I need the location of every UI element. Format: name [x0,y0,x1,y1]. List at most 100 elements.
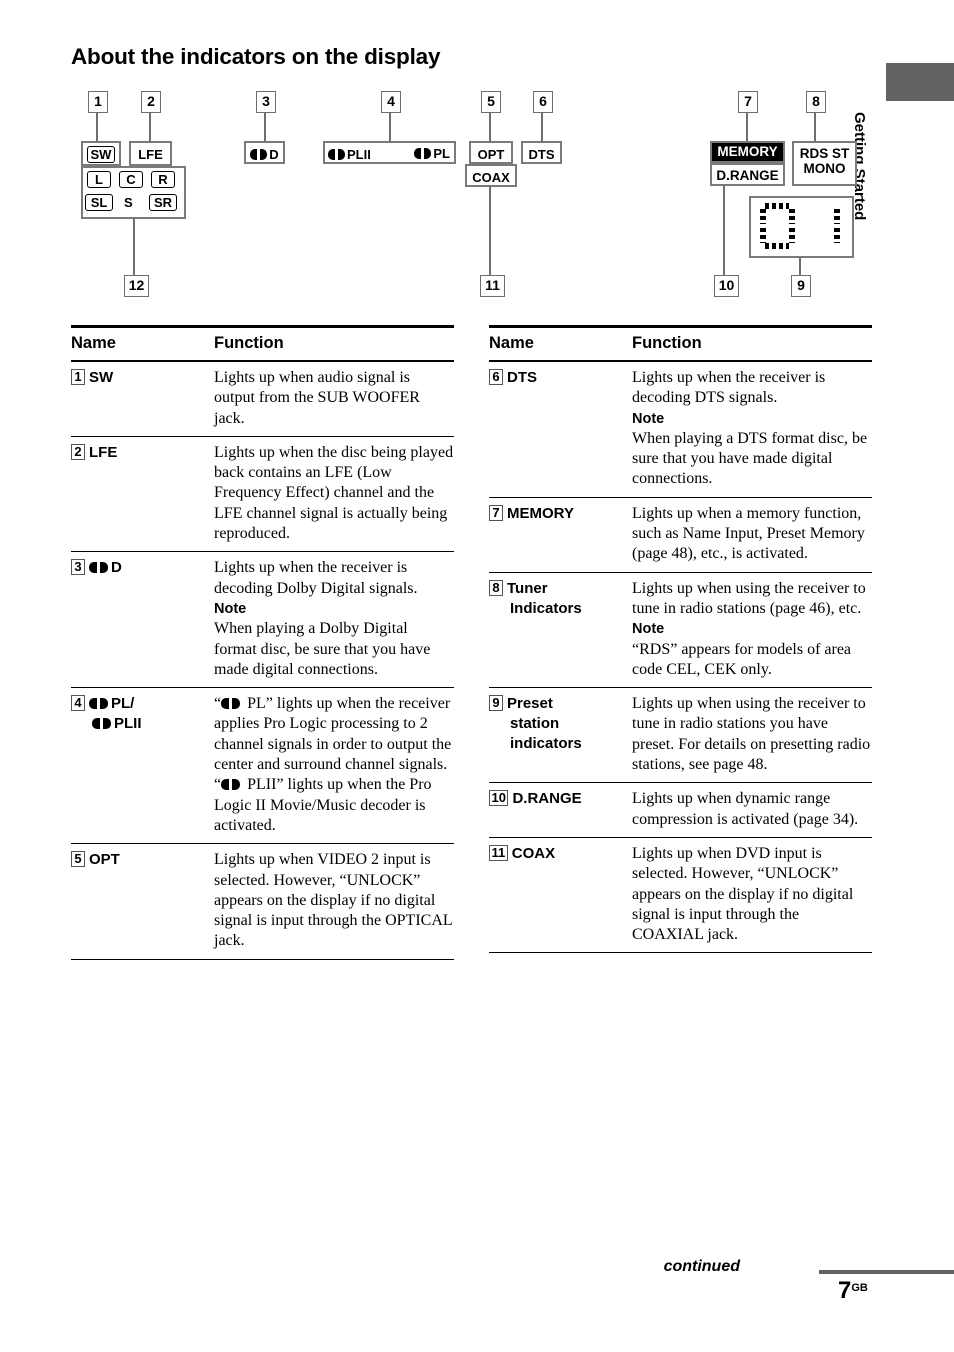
indicator-dts-label: DTS [528,147,555,162]
indicator-dolby-d-label: D [250,147,279,162]
indicator-drange-box: D.RANGE [710,163,785,186]
table-row: 2 LFE Lights up when the disc being playe… [71,437,454,551]
note-label: Note [632,410,665,427]
row-name-sublabel: station [510,715,560,733]
row-number-badge: 4 [71,695,85,712]
callout-2: 2 [141,91,161,113]
page-number: 7GB [838,1277,868,1304]
callout-3: 3 [256,91,276,113]
tuner-indicators-box: RDS ST MONO [792,141,857,186]
indicator-memory-label: MEMORY [717,144,778,159]
indicator-dolby-d-box: D [244,141,285,164]
indicator-dts-box: DTS [521,141,562,164]
row-name-cell: 10 D.RANGE [489,789,632,830]
indicator-lfe-box: LFE [129,141,172,166]
leader-7 [746,112,748,141]
footer-rule [819,1270,954,1274]
dolby-double-d-icon [89,698,108,710]
leader-6 [541,112,543,141]
callout-11: 11 [480,275,505,297]
callout-1: 1 [88,91,108,113]
row-function-cell: Lights up when DVD input is selected. Ho… [632,844,854,944]
row-name-label: Tuner [507,579,548,597]
indicator-dolby-plii-label: PLII [325,147,371,162]
row-function-cell: Lights up when audio signal is output fr… [214,369,420,427]
table-row: 7 MEMORY Lights up when a memory function… [489,498,872,572]
row-number-badge: 11 [489,844,508,861]
table-row: 10 D.RANGE Lights up when dynamic range c… [489,783,872,837]
leader-4 [389,112,391,141]
row-name-label: LFE [89,443,118,461]
function-text-part1: Lights up when the receiver is decoding … [632,369,826,407]
dolby-double-d-icon [221,698,241,710]
display-panel-diagram: 1 2 3 4 5 6 7 8 SW LFE L C R SL S SR 12 … [0,85,890,310]
indicator-opt-label: OPT [477,147,505,162]
function-text-part2: “RDS” appears for models of area code CE… [632,640,852,678]
row-function-cell: Lights up when a memory function, such a… [632,504,865,563]
indicator-l-label: L [87,171,111,188]
callout-12: 12 [124,275,149,297]
row-name-sublabel: PLII [71,714,214,734]
indicator-coax-box: COAX [465,164,517,187]
row-function-cell: Lights up when the receiver is decoding … [632,368,872,490]
dolby-double-d-icon [250,149,268,160]
row-function-cell: Lights up when dynamic range compression… [632,790,859,828]
leader-3 [264,112,266,141]
row-number-badge: 7 [489,504,503,521]
row-number-badge: 1 [71,369,85,385]
footer-continued-label: continued [663,1258,740,1275]
function-text-part2: When playing a Dolby Digital format disc… [214,620,431,678]
table-row: 3D Lights up when the receiver is decodi… [71,552,454,687]
table-row: 1 SW Lights up when audio signal is outpu… [71,362,454,436]
note-label: Note [214,600,247,617]
table-row: 8 Tuner Indicators Lights up when using t… [489,573,872,687]
page-number-region: GB [851,1282,868,1294]
note-label: Note [632,621,665,638]
indicator-sr-label: SR [149,194,177,211]
function-text-part1: Lights up when using the receiver to tun… [632,579,866,617]
row-name-cell: 3D [71,558,214,680]
table-bottom-rule [489,952,872,954]
speaker-channel-group-box: L C R SL S SR [81,166,186,219]
leader-10 [723,186,725,275]
table-bottom-rule [71,958,454,960]
page-title: About the indicators on the display [71,44,441,69]
indicator-table-right: Name Function 6 DTS Lights up when the re… [489,325,872,954]
leader-5 [489,112,491,141]
indicator-sw-label: SW [86,146,116,163]
row-function-cell: Lights up when VIDEO 2 input is selected… [214,851,453,950]
header-function: Function [214,334,284,352]
leader-2 [149,112,151,141]
table-row: 6 DTS Lights up when the receiver is deco… [489,362,872,497]
leader-12 [133,219,135,275]
row-function-cell: Lights up when the receiver is decoding … [214,558,454,680]
function-quote-open-2: “ [214,776,222,794]
row-function-cell: “ PL” lights up when the receiver applie… [214,694,454,836]
row-number-badge: 2 [71,443,85,460]
row-name-sublabel-2: indicators [510,735,582,753]
callout-6: 6 [533,91,553,113]
indicator-lfe-label: LFE [138,147,163,162]
row-name-label: Preset [507,695,553,713]
indicator-opt-box: OPT [469,141,513,164]
indicator-sl-label: SL [85,194,113,211]
function-text-b: PLII” lights up when the Pro Logic II Mo… [214,776,432,834]
dolby-double-d-icon [328,149,345,160]
callout-9: 9 [791,275,811,297]
document-page: About the indicators on the display Gett… [0,0,954,1352]
indicator-sw-box: SW [81,141,121,166]
indicator-r-label: R [151,171,175,188]
row-number-badge: 8 [489,579,503,596]
row-number-badge: 3 [71,559,85,576]
leader-1 [96,112,98,141]
leader-9 [799,258,801,275]
function-text-part2: When playing a DTS format disc, be sure … [632,429,868,488]
row-name-label: OPT [89,851,120,869]
row-name-label: COAX [511,844,556,862]
row-name-cell: 8 Tuner Indicators [489,579,632,680]
row-name-cell: 7 MEMORY [489,504,632,565]
row-number-badge: 9 [489,695,503,712]
table-header-row: Name Function [489,328,872,360]
function-text-a: PL” lights up when the receiver applies … [214,695,452,774]
preset-station-display-box [749,196,854,258]
